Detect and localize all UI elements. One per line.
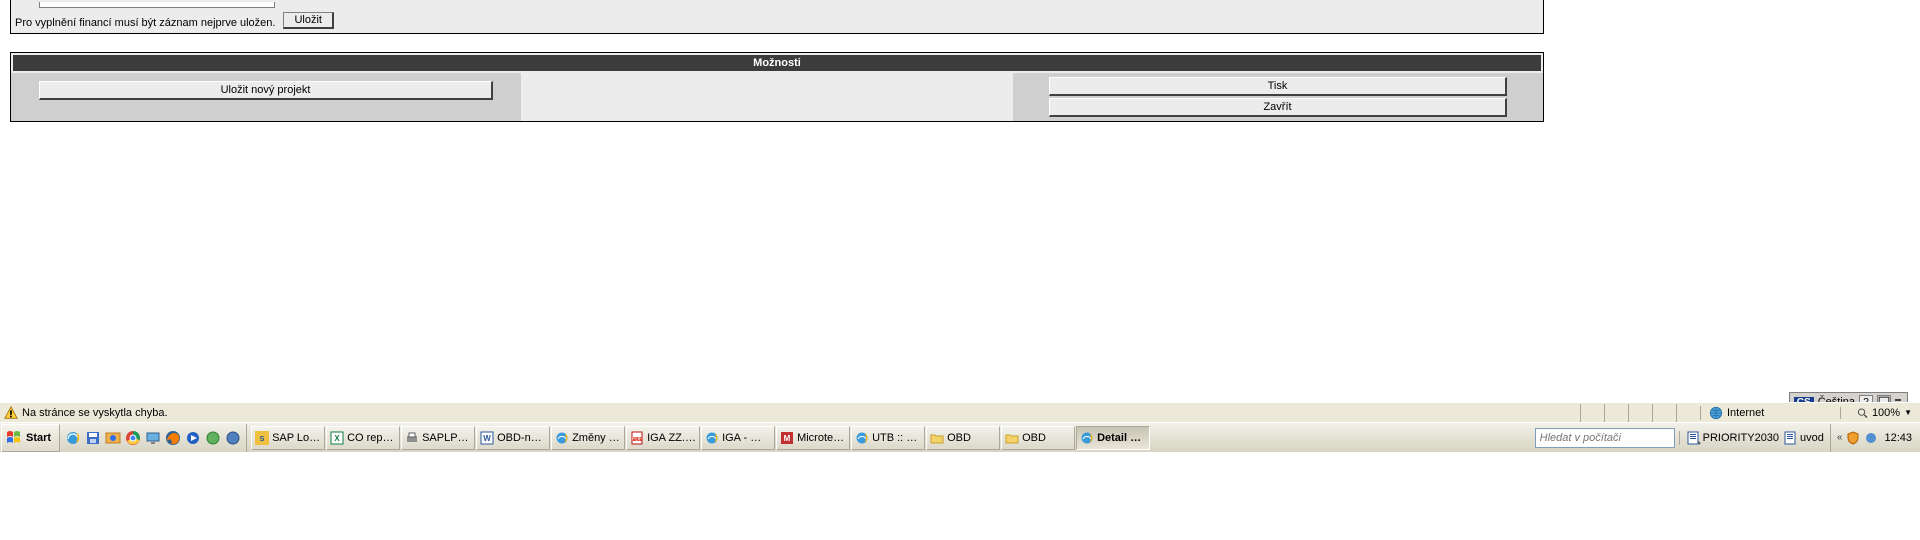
- task-button[interactable]: Detail pr...: [1076, 426, 1150, 450]
- svg-text:X: X: [334, 434, 340, 443]
- desktop-shortcut[interactable]: PRIORITY2030: [1686, 431, 1779, 445]
- warning-icon: [4, 406, 18, 420]
- task-icon: [855, 431, 869, 445]
- finance-hint-text: Pro vyplnění financí musí být záznam nej…: [15, 17, 275, 29]
- task-icon: X: [330, 431, 344, 445]
- ie-status-message: Na stránce se vyskytla chyba.: [22, 407, 168, 419]
- ql-ie-icon[interactable]: [64, 429, 82, 447]
- ql-app2-icon[interactable]: [224, 429, 242, 447]
- task-label: Detail pr...: [1097, 432, 1146, 444]
- tray-expand-icon[interactable]: «: [1837, 432, 1843, 443]
- ie-security-zone[interactable]: Internet: [1700, 406, 1840, 420]
- task-button[interactable]: OBD: [926, 426, 1000, 450]
- task-icon: [1080, 431, 1094, 445]
- taskbar-clock[interactable]: 12:43: [1882, 432, 1914, 444]
- print-button[interactable]: Tisk: [1049, 77, 1507, 96]
- options-end-cell: [1513, 73, 1543, 121]
- svg-text:PDF: PDF: [632, 436, 642, 442]
- ql-desktop-icon[interactable]: [144, 429, 162, 447]
- windows-taskbar: Start S SAP Logo... X CO repor... SAPLPD -..…: [0, 422, 1920, 452]
- task-label: OBD: [947, 432, 971, 444]
- task-icon: [705, 431, 719, 445]
- document-icon: [1686, 431, 1700, 445]
- start-label: Start: [26, 432, 51, 444]
- task-icon: [1005, 431, 1019, 445]
- task-button[interactable]: W OBD-nav...: [476, 426, 550, 450]
- task-button[interactable]: X CO repor...: [326, 426, 400, 450]
- task-button[interactable]: PDF IGA ZZ.p...: [626, 426, 700, 450]
- globe-icon: [1709, 406, 1723, 420]
- ql-chrome-icon[interactable]: [124, 429, 142, 447]
- desktop-shortcut-label: PRIORITY2030: [1703, 432, 1779, 444]
- task-icon: W: [480, 431, 494, 445]
- task-label: OBD: [1022, 432, 1046, 444]
- task-label: Změny tý...: [572, 432, 621, 444]
- ie-zoom-value: 100%: [1872, 407, 1900, 419]
- ie-zoom-control[interactable]: 100% ▼: [1840, 407, 1920, 419]
- windows-flag-icon: [6, 430, 22, 446]
- tray-shield-icon[interactable]: [1846, 431, 1860, 445]
- zoom-icon: [1857, 407, 1868, 419]
- task-label: SAP Logo...: [272, 432, 321, 444]
- system-tray: « 12:43: [1830, 424, 1920, 452]
- svg-text:M: M: [784, 434, 791, 443]
- task-label: IGA - Win...: [722, 432, 771, 444]
- task-button[interactable]: SAPLPD -...: [401, 426, 475, 450]
- options-left-cell: Uložit nový projekt: [11, 73, 521, 121]
- finance-hint-panel: Pro vyplnění financí musí být záznam nej…: [10, 0, 1544, 34]
- ql-app-icon[interactable]: [204, 429, 222, 447]
- task-button[interactable]: S SAP Logo...: [251, 426, 325, 450]
- task-label: UTB :: Fa...: [872, 432, 921, 444]
- task-icon: [555, 431, 569, 445]
- task-button[interactable]: OBD: [1001, 426, 1075, 450]
- task-button[interactable]: IGA - Win...: [701, 426, 775, 450]
- task-label: SAPLPD -...: [422, 432, 471, 444]
- quick-launch: [60, 424, 247, 452]
- desktop-shortcut-label: uvod: [1800, 432, 1824, 444]
- start-button[interactable]: Start: [1, 424, 60, 452]
- task-label: IGA ZZ.p...: [647, 432, 696, 444]
- options-header: Možnosti: [13, 55, 1541, 71]
- chevron-down-icon[interactable]: ▼: [1904, 408, 1912, 417]
- options-divider-cell: [1013, 73, 1043, 121]
- empty-input-fragment: [39, 2, 275, 8]
- ie-zone-label: Internet: [1727, 407, 1764, 419]
- task-icon: [930, 431, 944, 445]
- ql-save-icon[interactable]: [84, 429, 102, 447]
- options-panel: Možnosti Uložit nový projekt Tisk Zavřít: [10, 52, 1544, 122]
- task-buttons: S SAP Logo... X CO repor... SAPLPD -... W OBD-…: [247, 426, 1150, 450]
- taskbar-desktop-items: PRIORITY2030 uvod: [1679, 431, 1830, 445]
- taskbar-search[interactable]: 🔍: [1535, 428, 1675, 448]
- ql-firefox-icon[interactable]: [164, 429, 182, 447]
- task-button[interactable]: M Microtek ...: [776, 426, 850, 450]
- task-button[interactable]: UTB :: Fa...: [851, 426, 925, 450]
- close-button[interactable]: Zavřít: [1049, 98, 1507, 117]
- task-icon: S: [255, 431, 269, 445]
- svg-text:S: S: [260, 436, 265, 443]
- task-icon: PDF: [630, 431, 644, 445]
- document-icon: [1783, 431, 1797, 445]
- desktop-shortcut[interactable]: uvod: [1783, 431, 1824, 445]
- task-label: Microtek ...: [797, 432, 846, 444]
- task-icon: [405, 431, 419, 445]
- tray-app-icon[interactable]: [1864, 431, 1878, 445]
- options-right-cell: Tisk Zavřít: [1043, 73, 1513, 121]
- task-button[interactable]: Změny tý...: [551, 426, 625, 450]
- save-new-project-button[interactable]: Uložit nový projekt: [39, 81, 493, 100]
- save-button[interactable]: Uložit: [283, 12, 334, 29]
- ql-outlook-icon[interactable]: [104, 429, 122, 447]
- ql-media-icon[interactable]: [184, 429, 202, 447]
- taskbar-search-input[interactable]: [1536, 432, 1687, 444]
- options-middle-cell: [521, 73, 1013, 121]
- task-icon: M: [780, 431, 794, 445]
- ie-status-bar: Na stránce se vyskytla chyba. Internet 1…: [0, 402, 1920, 422]
- ie-status-slots: [1580, 404, 1700, 422]
- task-label: CO repor...: [347, 432, 396, 444]
- task-label: OBD-nav...: [497, 432, 546, 444]
- svg-text:W: W: [483, 434, 491, 443]
